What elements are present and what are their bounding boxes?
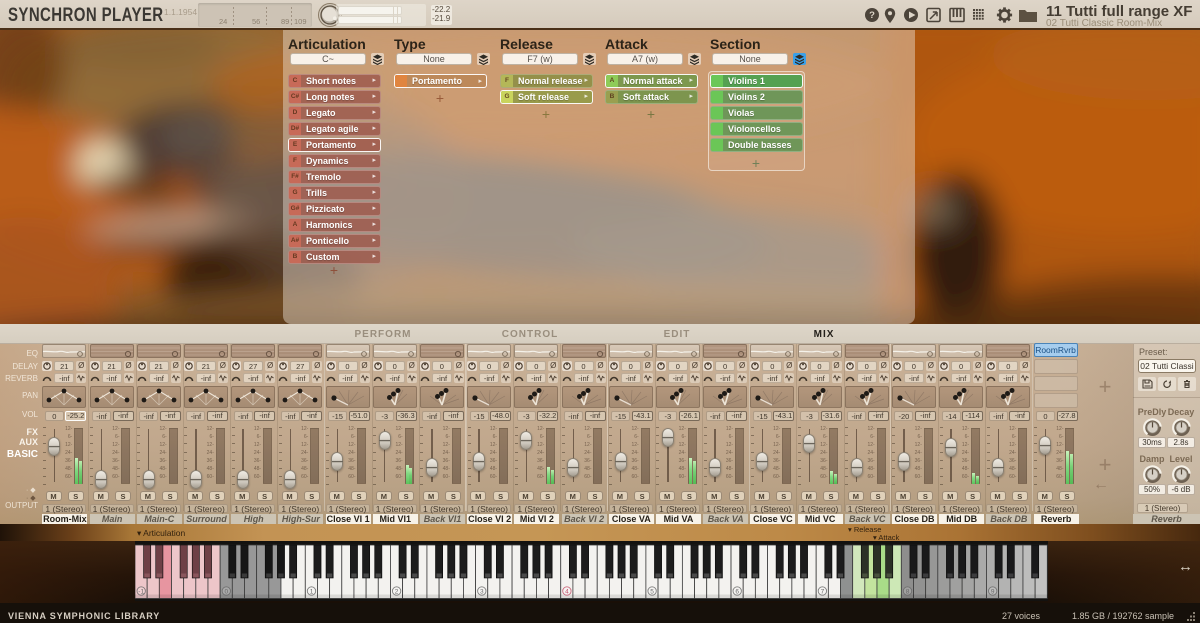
svg-text:0: 0 bbox=[224, 589, 228, 596]
svg-text:3: 3 bbox=[480, 589, 484, 596]
svg-text:2: 2 bbox=[394, 589, 398, 596]
svg-text:1: 1 bbox=[309, 589, 313, 596]
svg-text:8: 8 bbox=[905, 589, 909, 596]
svg-text:-1: -1 bbox=[138, 589, 144, 596]
svg-text:5: 5 bbox=[650, 589, 654, 596]
svg-text:?: ? bbox=[869, 10, 875, 21]
svg-text:9: 9 bbox=[991, 589, 995, 596]
svg-text:7: 7 bbox=[820, 589, 824, 596]
svg-text:6: 6 bbox=[735, 589, 739, 596]
svg-text:4: 4 bbox=[565, 589, 569, 596]
